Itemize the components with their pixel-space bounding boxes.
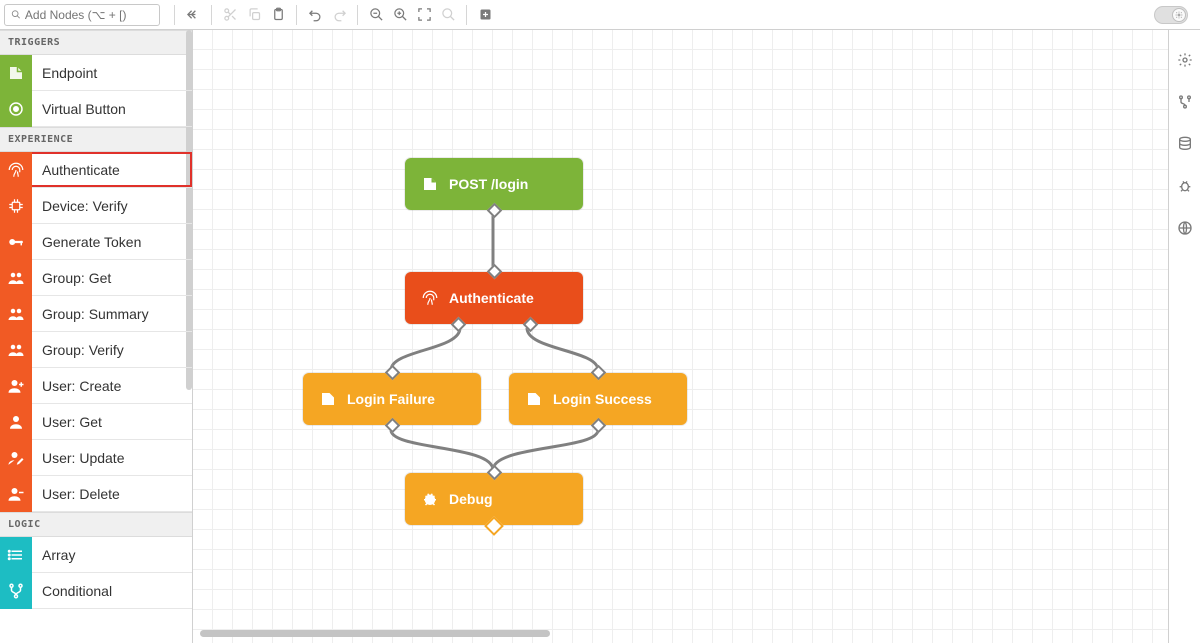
zoom-out-button[interactable]: [364, 3, 388, 27]
palette-item-user-delete[interactable]: User: Delete: [0, 476, 192, 512]
palette-item-authenticate[interactable]: Authenticate: [0, 152, 192, 188]
palette-item-label: Group: Summary: [32, 306, 149, 322]
back-button[interactable]: [181, 3, 205, 27]
user-icon: [0, 404, 32, 440]
versions-button[interactable]: [1175, 92, 1195, 112]
node-trigger[interactable]: POST /login: [405, 158, 583, 210]
palette-item-label: Group: Verify: [32, 342, 124, 358]
node-label: Authenticate: [449, 290, 534, 306]
users-icon: [0, 332, 32, 368]
palette-item-endpoint[interactable]: Endpoint: [0, 55, 192, 91]
fingerprint-icon: [0, 152, 32, 188]
users-icon: [0, 260, 32, 296]
input-port[interactable]: [591, 365, 607, 381]
list-icon: [0, 537, 32, 573]
reply-icon: [525, 390, 543, 408]
branch-icon: [0, 573, 32, 609]
right-rail: [1168, 30, 1200, 643]
connectors: [193, 30, 1163, 630]
user-edit-icon: [0, 440, 32, 476]
palette-item-group-summary[interactable]: Group: Summary: [0, 296, 192, 332]
node-palette[interactable]: TRIGGERS Endpoint Virtual Button EXPERIE…: [0, 30, 193, 643]
palette-item-label: Array: [32, 547, 75, 563]
reply-icon: [319, 390, 337, 408]
palette-item-label: Virtual Button: [32, 101, 126, 117]
input-port[interactable]: [487, 465, 503, 481]
palette-item-label: Generate Token: [32, 234, 141, 250]
paste-button[interactable]: [266, 3, 290, 27]
output-port[interactable]: [385, 418, 401, 434]
node-authenticate[interactable]: Authenticate: [405, 272, 583, 324]
node-debug[interactable]: Debug: [405, 473, 583, 525]
palette-item-virtual-button[interactable]: Virtual Button: [0, 91, 192, 127]
palette-item-label: Group: Get: [32, 270, 111, 286]
output-port[interactable]: [487, 203, 503, 219]
debug-panel-button[interactable]: [1175, 176, 1195, 196]
toolbar: [0, 0, 1200, 30]
canvas-h-scrollbar[interactable]: [200, 630, 550, 637]
output-port-false[interactable]: [451, 317, 467, 333]
palette-item-group-get[interactable]: Group: Get: [0, 260, 192, 296]
palette-item-label: Endpoint: [32, 65, 97, 81]
zoom-in-button[interactable]: [388, 3, 412, 27]
palette-item-label: Conditional: [32, 583, 112, 599]
node-search-input[interactable]: [25, 8, 153, 22]
cut-button[interactable]: [218, 3, 242, 27]
node-login-success[interactable]: Login Success: [509, 373, 687, 425]
user-plus-icon: [0, 368, 32, 404]
output-port[interactable]: [484, 516, 504, 536]
palette-item-user-update[interactable]: User: Update: [0, 440, 192, 476]
palette-item-label: Device: Verify: [32, 198, 128, 214]
output-port[interactable]: [591, 418, 607, 434]
palette-item-user-create[interactable]: User: Create: [0, 368, 192, 404]
section-triggers: TRIGGERS: [0, 30, 192, 55]
palette-item-user-get[interactable]: User: Get: [0, 404, 192, 440]
settings-toggle[interactable]: [1154, 6, 1188, 24]
palette-item-device-verify[interactable]: Device: Verify: [0, 188, 192, 224]
target-icon: [0, 91, 32, 127]
palette-item-array[interactable]: Array: [0, 537, 192, 573]
node-label: Login Failure: [347, 391, 435, 407]
key-icon: [0, 224, 32, 260]
palette-item-label: User: Update: [32, 450, 124, 466]
palette-item-label: User: Get: [32, 414, 102, 430]
storage-button[interactable]: [1175, 134, 1195, 154]
section-logic: LOGIC: [0, 512, 192, 537]
endpoint-icon: [0, 55, 32, 91]
fingerprint-icon: [421, 289, 439, 307]
palette-item-generate-token[interactable]: Generate Token: [0, 224, 192, 260]
node-login-failure[interactable]: Login Failure: [303, 373, 481, 425]
flow-canvas[interactable]: POST /login Authenticate Login Failure L…: [193, 30, 1168, 643]
section-experience: EXPERIENCE: [0, 127, 192, 152]
add-button[interactable]: [473, 3, 497, 27]
node-label: Login Success: [553, 391, 652, 407]
node-search[interactable]: [4, 4, 160, 26]
palette-item-label: User: Create: [32, 378, 121, 394]
users-icon: [0, 296, 32, 332]
user-minus-icon: [0, 476, 32, 512]
palette-item-label: User: Delete: [32, 486, 120, 502]
undo-button[interactable]: [303, 3, 327, 27]
fit-screen-button[interactable]: [412, 3, 436, 27]
node-label: POST /login: [449, 176, 528, 192]
copy-button[interactable]: [242, 3, 266, 27]
palette-item-conditional[interactable]: Conditional: [0, 573, 192, 609]
palette-item-label: Authenticate: [32, 162, 120, 178]
input-port[interactable]: [487, 264, 503, 280]
globe-button[interactable]: [1175, 218, 1195, 238]
chip-icon: [0, 188, 32, 224]
node-label: Debug: [449, 491, 493, 507]
search-icon: [11, 9, 21, 20]
input-port[interactable]: [385, 365, 401, 381]
output-port-true[interactable]: [522, 317, 538, 333]
zoom-selection-button[interactable]: [436, 3, 460, 27]
bug-icon: [421, 490, 439, 508]
settings-button[interactable]: [1175, 50, 1195, 70]
gear-icon: [1172, 8, 1186, 22]
redo-button[interactable]: [327, 3, 351, 27]
endpoint-icon: [421, 175, 439, 193]
palette-item-group-verify[interactable]: Group: Verify: [0, 332, 192, 368]
